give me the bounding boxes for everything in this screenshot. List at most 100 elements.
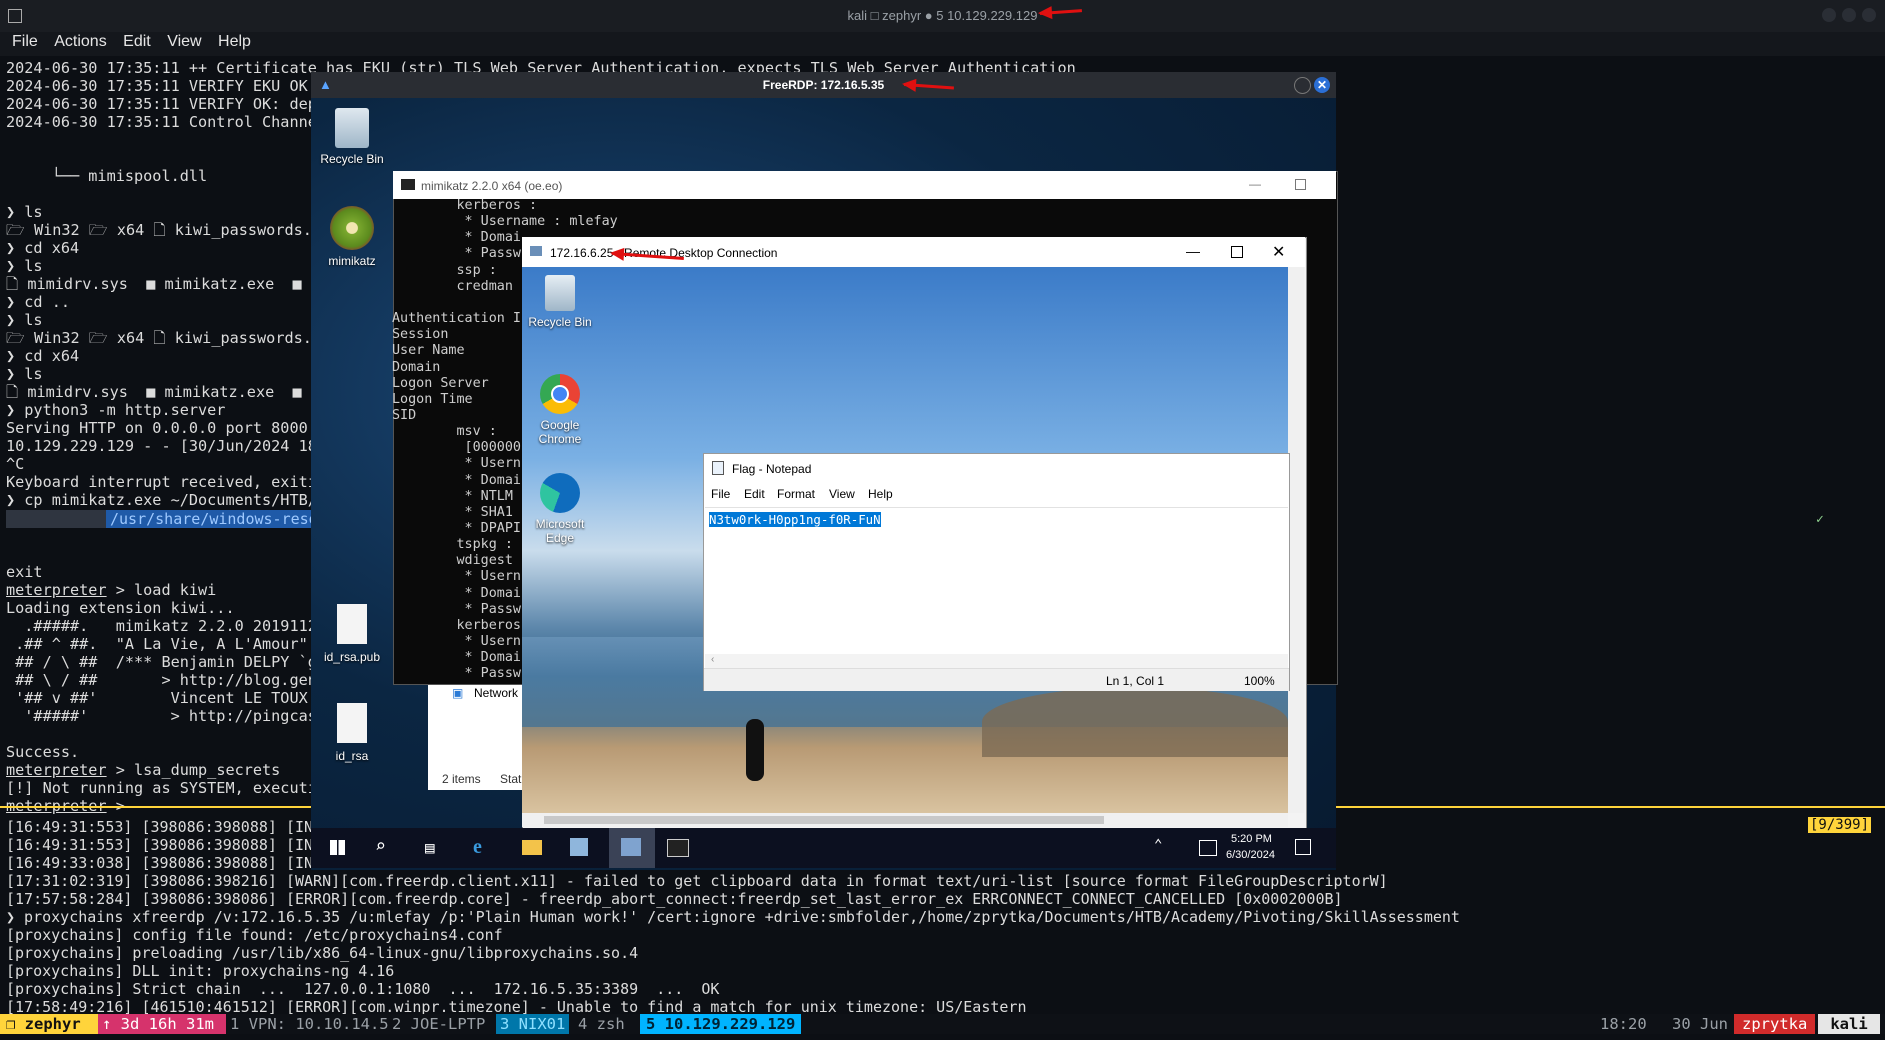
menu-edit[interactable]: Edit bbox=[123, 33, 151, 51]
desktop-icon-mimikatz[interactable]: mimikatz bbox=[312, 206, 392, 268]
yellow-divider-left bbox=[0, 806, 311, 808]
status-session[interactable]: ❐ zephyr bbox=[0, 1014, 100, 1034]
menu-actions[interactable]: Actions bbox=[54, 33, 106, 51]
status-window-5[interactable]: 5 10.129.229.129 bbox=[640, 1014, 802, 1034]
maximize-button[interactable] bbox=[1842, 8, 1856, 22]
prompt-bar-path: /usr/share/windows-reso bbox=[106, 510, 322, 528]
notepad-menu-view[interactable]: View bbox=[829, 487, 855, 501]
notepad-cursor-position: Ln 1, Col 1 bbox=[1106, 674, 1165, 688]
console-line: Session bbox=[392, 327, 449, 343]
notepad-statusbar: Ln 1, Col 1 100% bbox=[704, 668, 1289, 691]
notification-icon[interactable] bbox=[1295, 839, 1311, 855]
rdp-close-button[interactable]: ✕ bbox=[1272, 242, 1285, 262]
explorer-title: Network bbox=[474, 686, 519, 700]
desktop-icon-id-rsa-pub[interactable]: id_rsa.pub bbox=[312, 604, 392, 664]
chrome-icon bbox=[540, 374, 580, 414]
terminal-line: ^C bbox=[6, 455, 25, 473]
terminal-line: [proxychains] preloading /usr/lib/x86_64… bbox=[6, 944, 639, 962]
pane-counter: [9/399] bbox=[1808, 817, 1872, 833]
notepad-menu-file[interactable]: File bbox=[711, 487, 730, 501]
terminal-line: ❯ ls bbox=[6, 257, 43, 275]
terminal-titlebar: kali □ zephyr ● 5 10.129.229.129 bbox=[0, 0, 1885, 32]
network-tray-icon[interactable] bbox=[1199, 840, 1217, 856]
console-line: msv : bbox=[392, 424, 497, 440]
file-explorer-icon[interactable] bbox=[522, 840, 542, 855]
network-icon: ▣ bbox=[452, 686, 464, 700]
notepad-content[interactable]: N3tw0rk-H0pp1ng-f0R-FuN bbox=[709, 512, 881, 527]
notepad-icon bbox=[712, 461, 724, 475]
explorer-window-fragment[interactable]: ▣ Network 2 items Stat bbox=[428, 680, 524, 790]
notepad-menu-format[interactable]: Format bbox=[777, 487, 815, 501]
menu-file[interactable]: File bbox=[12, 33, 38, 51]
terminal-line: .#####. mimikatz 2.2.0 2019112 bbox=[6, 617, 317, 635]
rdp-horizontal-scrollbar[interactable] bbox=[522, 813, 1288, 827]
taskbar-time[interactable]: 5:20 PM bbox=[1231, 833, 1272, 845]
status-date: 30 Jun bbox=[1672, 1015, 1728, 1033]
remote-icon-microsoft-edge[interactable]: Microsoft Edge bbox=[520, 473, 600, 545]
notepad-window[interactable]: Flag - Notepad File Edit Format View Hel… bbox=[703, 453, 1290, 691]
rdp-icon bbox=[530, 246, 542, 256]
close-button[interactable] bbox=[1862, 8, 1876, 22]
desktop-icon-label: Recycle Bin bbox=[528, 315, 592, 329]
notepad-menu-edit[interactable]: Edit bbox=[744, 487, 765, 501]
rdp-maximize-button[interactable] bbox=[1231, 246, 1243, 258]
menu-view[interactable]: View bbox=[167, 33, 201, 51]
console-line: tspkg : bbox=[392, 537, 513, 553]
console-line: wdigest bbox=[392, 553, 513, 569]
terminal-line: [17:57:58:284] [398086:398086] [ERROR][c… bbox=[6, 890, 1343, 908]
rdp-vertical-scrollbar[interactable] bbox=[1288, 267, 1304, 813]
server-manager-icon[interactable] bbox=[570, 838, 588, 856]
freerdp-close-button[interactable]: ✕ bbox=[1314, 77, 1330, 93]
notepad-text-area[interactable]: N3tw0rk-H0pp1ng-f0R-FuN bbox=[705, 507, 1288, 655]
status-window-2[interactable]: 2 JOE-LPTP bbox=[392, 1014, 485, 1034]
minimize-button[interactable] bbox=[1822, 8, 1836, 22]
taskbar-date[interactable]: 6/30/2024 bbox=[1226, 849, 1275, 861]
mimikatz-minimize-button[interactable]: — bbox=[1249, 177, 1261, 191]
notepad-hscroll[interactable]: ‹ bbox=[705, 654, 1288, 668]
status-window-1[interactable]: 1 VPN: 10.10.14.5 bbox=[230, 1014, 389, 1034]
terminal-line: [proxychains] DLL init: proxychains-ng 4… bbox=[6, 962, 395, 980]
console-line: * Usern bbox=[392, 569, 521, 585]
status-user: zprytka bbox=[1734, 1014, 1816, 1034]
rdp-taskbar-glyph bbox=[621, 838, 641, 856]
terminal-line: ❯ ls bbox=[6, 311, 43, 329]
remote-icon-google-chrome[interactable]: Google Chrome bbox=[520, 374, 600, 446]
tray-chevron-icon[interactable]: ⌃ bbox=[1154, 837, 1162, 853]
terminal-line: [!] Not running as SYSTEM, executi bbox=[6, 779, 317, 797]
desktop-icon-label: Recycle Bin bbox=[320, 152, 384, 166]
file-icon bbox=[337, 703, 367, 743]
ie-icon[interactable]: e bbox=[473, 836, 482, 859]
terminal-line: 🗋 mimidrv.sys ■ mimikatz.exe ■ bbox=[6, 275, 302, 293]
console-line: User Name bbox=[392, 343, 465, 359]
search-icon[interactable]: ⌕ bbox=[375, 836, 386, 857]
console-line: kerberos : bbox=[392, 198, 538, 213]
yellow-divider bbox=[1336, 806, 1885, 808]
desktop-icon-recycle-bin[interactable]: Recycle Bin bbox=[312, 108, 392, 166]
notepad-menu-help[interactable]: Help bbox=[868, 487, 893, 501]
terminal-line: ❯ cd .. bbox=[6, 293, 71, 311]
mimikatz-maximize-button[interactable] bbox=[1295, 179, 1306, 190]
cmd-taskbar-icon[interactable] bbox=[667, 839, 689, 857]
recycle-bin-icon bbox=[335, 108, 369, 148]
terminal-line: Loading extension kiwi... bbox=[6, 599, 235, 617]
status-window-3[interactable]: 3 NIX01 bbox=[496, 1014, 570, 1034]
task-view-icon[interactable]: ▤ bbox=[425, 838, 435, 857]
menu-help[interactable]: Help bbox=[218, 33, 251, 51]
scrollbar-thumb[interactable] bbox=[544, 816, 1104, 824]
status-time: 18:20 bbox=[1600, 1015, 1647, 1033]
console-line: * Domai bbox=[392, 585, 521, 601]
console-line: * Passw bbox=[392, 601, 521, 617]
rdp-minimize-button[interactable]: — bbox=[1186, 243, 1200, 259]
file-icon bbox=[337, 604, 367, 644]
terminal-line: [proxychains] config file found: /etc/pr… bbox=[6, 926, 503, 944]
freerdp-minimize-button[interactable] bbox=[1294, 77, 1311, 94]
start-button[interactable] bbox=[330, 840, 345, 855]
remote-icon-recycle-bin[interactable]: Recycle Bin bbox=[520, 275, 600, 329]
remote-desktop-titlebar: 172.16.6.25 - Remote Desktop Connection … bbox=[522, 237, 1305, 267]
console-icon bbox=[401, 179, 415, 190]
console-line: Authentication I bbox=[392, 311, 521, 327]
status-window-4[interactable]: 4 zsh bbox=[578, 1014, 625, 1034]
desktop-icon-id-rsa[interactable]: id_rsa bbox=[312, 703, 392, 763]
desktop-icon-label: id_rsa bbox=[335, 749, 369, 763]
explorer-item-count: 2 items bbox=[442, 772, 481, 786]
